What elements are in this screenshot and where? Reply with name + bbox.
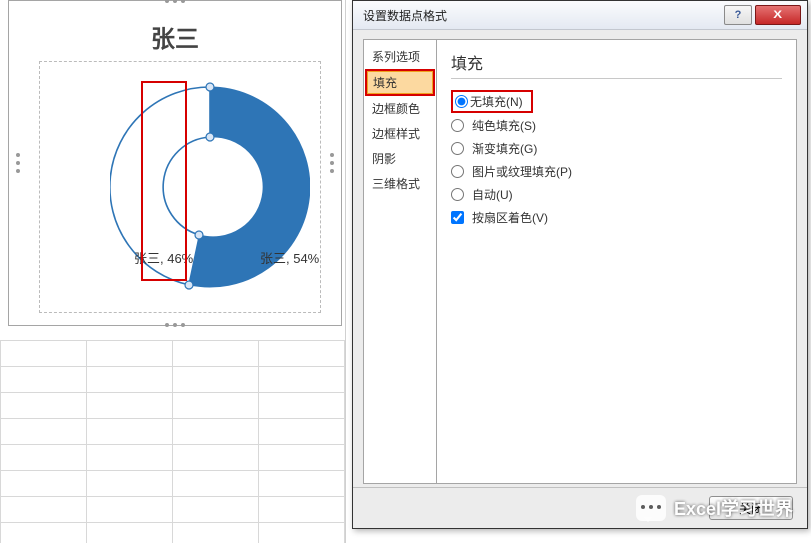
radio-no-fill[interactable]	[455, 93, 468, 110]
option-vary-by-slice-row: 按扇区着色(V)	[451, 206, 782, 229]
window-close-button[interactable]: X	[755, 5, 801, 25]
resize-handle-top[interactable]	[163, 0, 187, 4]
nav-border-style[interactable]: 边框样式	[364, 121, 436, 146]
nav-border-color[interactable]: 边框颜色	[364, 96, 436, 121]
nav-3d-format[interactable]: 三维格式	[364, 171, 436, 196]
watermark: Excel学习世界	[636, 495, 793, 521]
checkbox-vary-by-slice[interactable]	[451, 211, 464, 224]
label-gradient-fill[interactable]: 渐变填充(G)	[472, 140, 537, 157]
data-label-slice1[interactable]: 张三, 46%	[134, 248, 193, 267]
option-picture-texture-row: 图片或纹理填充(P)	[451, 160, 782, 183]
chart-title[interactable]: 张三	[9, 19, 341, 54]
selection-handle[interactable]	[206, 133, 214, 141]
radio-picture-texture-fill[interactable]	[451, 165, 464, 178]
nav-series-options[interactable]: 系列选项	[364, 44, 436, 69]
radio-automatic[interactable]	[451, 188, 464, 201]
selection-handle[interactable]	[185, 281, 193, 289]
category-nav: 系列选项 填充 边框颜色 边框样式 阴影 三维格式	[363, 39, 437, 484]
dialog-titlebar[interactable]: 设置数据点格式 ? X	[353, 1, 807, 30]
radio-gradient-fill[interactable]	[451, 142, 464, 155]
help-button[interactable]: ?	[724, 5, 752, 25]
data-label-slice2[interactable]: 张三, 54%	[260, 248, 319, 267]
selection-handle[interactable]	[195, 231, 203, 239]
option-no-fill-row: 无填充(N)	[451, 89, 782, 114]
doughnut-chart[interactable]	[110, 72, 310, 302]
option-automatic-row: 自动(U)	[451, 183, 782, 206]
label-solid-fill[interactable]: 纯色填充(S)	[472, 117, 536, 134]
annotation-rectangle: 无填充(N)	[451, 90, 533, 113]
dialog-title: 设置数据点格式	[363, 7, 721, 24]
option-solid-fill-row: 纯色填充(S)	[451, 114, 782, 137]
dialog-body: 系列选项 填充 边框颜色 边框样式 阴影 三维格式 填充 无填充(N) 纯色填充…	[363, 39, 797, 484]
resize-handle-right[interactable]	[329, 151, 335, 175]
resize-handle-bottom[interactable]	[163, 322, 187, 328]
panel-title: 填充	[451, 50, 782, 79]
option-gradient-fill-row: 渐变填充(G)	[451, 137, 782, 160]
spreadsheet-grid[interactable]	[0, 340, 345, 543]
radio-solid-fill[interactable]	[451, 119, 464, 132]
plot-area[interactable]: 张三, 46% 张三, 54%	[39, 61, 321, 313]
worksheet-area: 张三 张三, 46% 张三, 54%	[0, 0, 346, 543]
chart-container[interactable]: 张三 张三, 46% 张三, 54%	[8, 0, 342, 326]
watermark-text: Excel学习世界	[674, 495, 793, 521]
nav-fill[interactable]: 填充	[367, 71, 433, 94]
fill-panel: 填充 无填充(N) 纯色填充(S) 渐变填充(G) 图片或纹理填充(P)	[437, 39, 797, 484]
selection-handle[interactable]	[206, 83, 214, 91]
resize-handle-left[interactable]	[15, 151, 21, 175]
label-picture-texture-fill[interactable]: 图片或纹理填充(P)	[472, 163, 572, 180]
label-automatic[interactable]: 自动(U)	[472, 186, 513, 203]
nav-shadow[interactable]: 阴影	[364, 146, 436, 171]
label-vary-by-slice[interactable]: 按扇区着色(V)	[472, 209, 548, 226]
speech-bubble-icon	[636, 495, 666, 521]
label-no-fill[interactable]: 无填充(N)	[470, 93, 523, 110]
format-data-point-dialog: 设置数据点格式 ? X 系列选项 填充 边框颜色 边框样式 阴影 三维格式 填充…	[352, 0, 808, 529]
